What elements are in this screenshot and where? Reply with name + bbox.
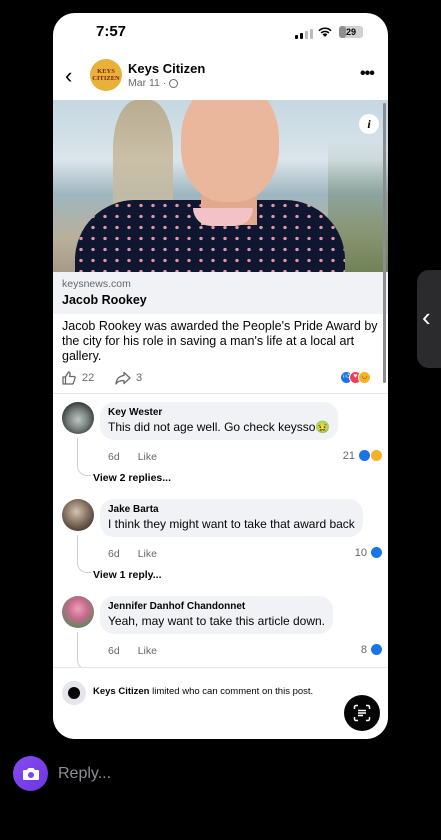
camera-button[interactable]	[13, 756, 48, 791]
view-replies-link[interactable]: View 2 replies...	[93, 472, 171, 484]
reaction-summary[interactable]: 👍︎ ♥ ◡	[340, 371, 371, 384]
like-count: 22	[82, 372, 95, 384]
comment-reaction-count[interactable]: 10	[355, 546, 383, 559]
post-actions: 22 3 👍︎ ♥ ◡	[53, 367, 388, 391]
side-panel-handle[interactable]: ‹	[417, 270, 441, 368]
comment-time: 6d	[108, 548, 120, 560]
collar	[193, 208, 253, 226]
status-bar: 7:57 29	[53, 13, 388, 53]
comment-text: Yeah, may want to take this article down…	[108, 614, 326, 628]
comment-reaction-count[interactable]: 21	[343, 449, 383, 462]
avatar[interactable]	[62, 402, 94, 434]
like-reaction-icon	[370, 643, 383, 656]
scan-text-button[interactable]	[344, 695, 380, 731]
comment-time: 6d	[108, 451, 120, 463]
like-reaction-icon	[370, 546, 383, 559]
comment-like-button[interactable]: Like	[138, 548, 157, 560]
restriction-text: Keys Citizen limited who can comment on …	[93, 686, 314, 697]
avatar[interactable]	[62, 499, 94, 531]
share-count: 3	[136, 372, 143, 384]
comment-bubble[interactable]: Jennifer Danhof Chandonnet Yeah, may wan…	[100, 596, 334, 634]
avatar[interactable]	[62, 596, 94, 628]
comment-bubble[interactable]: Key Wester This did not age well. Go che…	[100, 402, 339, 440]
divider	[53, 393, 388, 394]
link-preview-image[interactable]: i	[53, 100, 388, 272]
post-text: Jacob Rookey was awarded the People's Pr…	[62, 319, 378, 363]
comment-meta: 6d Like	[108, 548, 157, 560]
like-button[interactable]: 22	[61, 370, 94, 386]
scan-text-icon	[353, 704, 371, 722]
share-arrow-icon	[115, 371, 131, 385]
link-source: keysnews.com	[62, 278, 131, 290]
comment-text: This did not age well. Go check keysso🤢	[108, 420, 331, 434]
comment-time: 6d	[108, 645, 120, 657]
thread-line	[77, 535, 91, 573]
page-icon	[62, 681, 86, 705]
info-icon[interactable]: i	[359, 114, 379, 134]
page-name[interactable]: Keys Citizen	[128, 61, 205, 76]
chevron-left-icon: ‹	[422, 302, 431, 332]
commenter-name[interactable]: Key Wester	[108, 407, 330, 418]
status-time: 7:57	[96, 23, 127, 40]
haha-reaction-icon: ◡	[358, 371, 371, 384]
portrait-head	[181, 100, 279, 202]
page-avatar[interactable]: KEYS CITIZEN	[90, 59, 122, 91]
reply-bar: Reply...	[13, 756, 428, 792]
comment-meta: 6d Like	[108, 451, 157, 463]
thumbs-up-icon	[62, 371, 76, 385]
post-header: ‹ KEYS CITIZEN Keys Citizen Mar 11 · •••	[53, 57, 388, 105]
post-card: 7:57 29 ‹ KEYS CITIZEN Keys Citizen Mar …	[53, 13, 388, 739]
thread-line	[77, 438, 91, 476]
comment-text: I think they might want to take that awa…	[108, 517, 355, 531]
comment-like-button[interactable]: Like	[138, 451, 157, 463]
comment-like-button[interactable]: Like	[138, 645, 157, 657]
globe-icon	[169, 78, 179, 88]
view-replies-link[interactable]: View 1 reply...	[93, 569, 161, 581]
more-options-icon[interactable]: •••	[360, 65, 375, 83]
link-title: Jacob Rookey	[62, 293, 147, 307]
reply-input[interactable]: Reply...	[58, 765, 111, 783]
comment-bubble[interactable]: Jake Barta I think they might want to ta…	[100, 499, 363, 537]
signal-icon	[295, 29, 313, 39]
comment-restriction-notice: Keys Citizen limited who can comment on …	[53, 667, 388, 739]
screen: 7:57 29 ‹ KEYS CITIZEN Keys Citizen Mar …	[0, 0, 441, 840]
camera-icon	[22, 767, 39, 780]
comment-meta: 6d Like	[108, 645, 157, 657]
post-date: Mar 11 ·	[128, 77, 179, 89]
share-button[interactable]: 3	[115, 370, 142, 386]
link-caption[interactable]: keysnews.com Jacob Rookey	[53, 272, 388, 314]
wifi-icon	[318, 27, 332, 37]
scrollbar[interactable]	[383, 103, 386, 383]
commenter-name[interactable]: Jake Barta	[108, 504, 355, 515]
battery-icon: 29	[339, 26, 363, 38]
back-chevron-icon[interactable]: ‹	[65, 65, 72, 87]
comment-reaction-count[interactable]: 8	[361, 643, 383, 656]
haha-reaction-icon	[370, 449, 383, 462]
commenter-name[interactable]: Jennifer Danhof Chandonnet	[108, 601, 325, 612]
logo-text: KEYS CITIZEN	[92, 68, 120, 82]
thread-line	[77, 632, 91, 670]
